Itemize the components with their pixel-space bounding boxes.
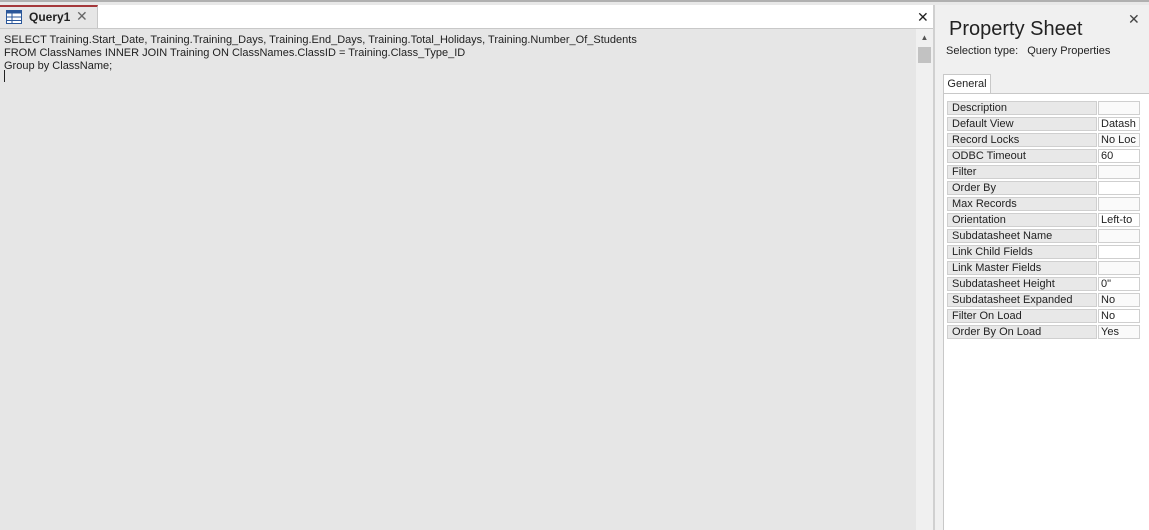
access-window: Query1 ✕ ✕ SELECT Training.Start_Date, T…	[0, 0, 1149, 530]
tab-label: Query1	[29, 10, 71, 24]
close-icon[interactable]: ✕	[917, 10, 929, 24]
property-row[interactable]: ODBC Timeout 60	[947, 149, 1140, 165]
property-row[interactable]: Subdatasheet Expanded No	[947, 293, 1140, 309]
property-row[interactable]: Subdatasheet Name	[947, 229, 1140, 245]
property-value-field[interactable]: Yes	[1098, 325, 1140, 339]
property-value-field[interactable]: Datash	[1098, 117, 1140, 131]
selection-type: Selection type: Query Properties	[946, 45, 1116, 57]
scroll-thumb[interactable]	[918, 47, 931, 63]
property-row[interactable]: Link Master Fields	[947, 261, 1140, 277]
scroll-up-arrow-icon[interactable]: ▲	[916, 29, 933, 46]
text-caret	[4, 70, 5, 82]
property-value-field[interactable]	[1098, 181, 1140, 195]
property-name: Orientation	[947, 213, 1097, 227]
property-value-field[interactable]	[1098, 101, 1140, 115]
property-row[interactable]: Filter On Load No	[947, 309, 1140, 325]
property-sheet-pane: Property Sheet ✕ Selection type: Query P…	[935, 5, 1149, 530]
property-name: Subdatasheet Name	[947, 229, 1097, 243]
selection-type-label: Selection type:	[946, 45, 1019, 57]
close-icon[interactable]: ✕	[1128, 12, 1140, 26]
property-row[interactable]: Max Records	[947, 197, 1140, 213]
sql-editor[interactable]: SELECT Training.Start_Date, Training.Tra…	[0, 29, 916, 530]
property-value-field[interactable]	[1098, 245, 1140, 259]
property-name: Description	[947, 101, 1097, 115]
property-name: Order By	[947, 181, 1097, 195]
property-name: Subdatasheet Expanded	[947, 293, 1097, 307]
ribbon-edge-line	[0, 0, 1149, 2]
property-value-field[interactable]: Left-to	[1098, 213, 1140, 227]
property-name: Max Records	[947, 197, 1097, 211]
property-row[interactable]: Description	[947, 101, 1140, 117]
property-name: Order By On Load	[947, 325, 1097, 339]
tab-general[interactable]: General	[943, 74, 991, 94]
close-icon[interactable]: ✕	[76, 9, 88, 23]
property-value-field[interactable]: No	[1098, 309, 1140, 323]
property-sheet-title: Property Sheet	[949, 18, 1083, 40]
property-row[interactable]: Filter	[947, 165, 1140, 181]
query-document-area: Query1 ✕ ✕ SELECT Training.Start_Date, T…	[0, 5, 935, 530]
property-value-field[interactable]	[1098, 165, 1140, 179]
property-value-field[interactable]	[1098, 197, 1140, 211]
property-grid: Description Default View Datash Record Lock…	[947, 101, 1140, 341]
sql-line: SELECT Training.Start_Date, Training.Tra…	[4, 34, 637, 46]
property-row[interactable]: Default View Datash	[947, 117, 1140, 133]
property-name: Link Master Fields	[947, 261, 1097, 275]
property-row[interactable]: Orientation Left-to	[947, 213, 1140, 229]
sql-line: Group by ClassName;	[4, 60, 113, 72]
property-row[interactable]: Subdatasheet Height 0"	[947, 277, 1140, 293]
property-value-field[interactable]: No Loc	[1098, 133, 1140, 147]
property-row[interactable]: Order By	[947, 181, 1140, 197]
selection-type-value: Query Properties	[1027, 45, 1111, 57]
property-row[interactable]: Order By On Load Yes	[947, 325, 1140, 341]
property-row[interactable]: Record Locks No Loc	[947, 133, 1140, 149]
property-row[interactable]: Link Child Fields	[947, 245, 1140, 261]
property-grid-container: Description Default View Datash Record Lock…	[943, 93, 1149, 530]
query-table-icon	[6, 10, 22, 24]
property-name: Subdatasheet Height	[947, 277, 1097, 291]
property-value-field[interactable]: 0"	[1098, 277, 1140, 291]
tab-query1[interactable]: Query1 ✕	[0, 5, 98, 28]
property-name: Default View	[947, 117, 1097, 131]
property-name: ODBC Timeout	[947, 149, 1097, 163]
property-value-field[interactable]: 60	[1098, 149, 1140, 163]
property-name: Record Locks	[947, 133, 1097, 147]
property-name: Filter On Load	[947, 309, 1097, 323]
document-tab-bar: Query1 ✕ ✕	[0, 5, 935, 29]
sql-line: FROM ClassNames INNER JOIN Training ON C…	[4, 47, 466, 59]
vertical-scrollbar[interactable]: ▲	[916, 29, 933, 530]
property-value-field[interactable]	[1098, 229, 1140, 243]
property-name: Filter	[947, 165, 1097, 179]
property-value-field[interactable]: No	[1098, 293, 1140, 307]
property-name: Link Child Fields	[947, 245, 1097, 259]
property-value-field[interactable]	[1098, 261, 1140, 275]
